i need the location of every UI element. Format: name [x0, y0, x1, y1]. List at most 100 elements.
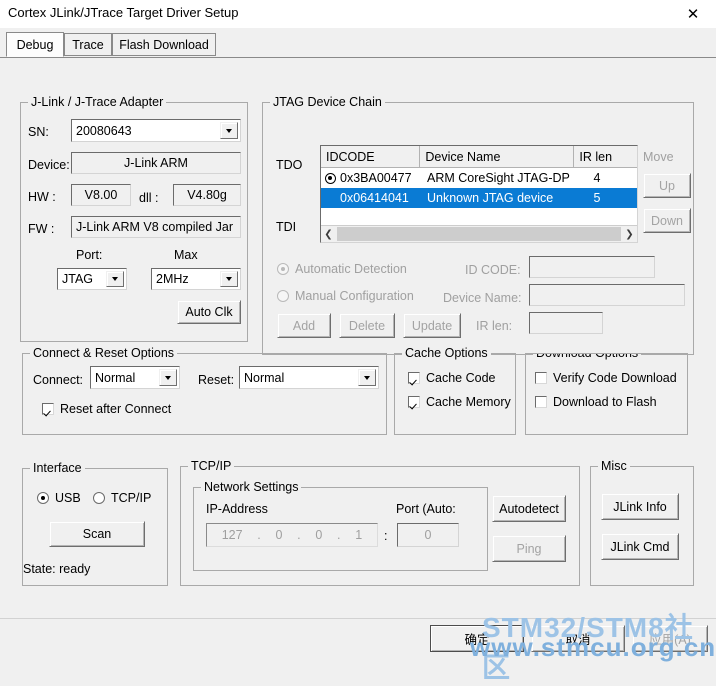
delete-label: Delete: [348, 318, 386, 333]
row-device-name: ARM CoreSight JTAG-DP: [427, 171, 570, 185]
connect-label: Connect:: [33, 373, 84, 387]
fw-label: FW :: [28, 222, 55, 236]
tab-flash-download[interactable]: Flash Download: [112, 33, 216, 56]
chevron-down-icon[interactable]: [220, 271, 238, 287]
checkbox-verify-code-download[interactable]: Verify Code Download: [535, 371, 677, 385]
chevron-down-icon[interactable]: [159, 369, 177, 386]
ok-button[interactable]: 确定: [430, 625, 524, 652]
horizontal-scrollbar[interactable]: ❮ ❯: [321, 225, 637, 242]
cancel-button[interactable]: 取消: [531, 625, 625, 652]
device-field: J-Link ARM: [71, 152, 241, 174]
connect-value: Normal: [95, 370, 136, 385]
radio-indicator-icon: [277, 290, 289, 302]
fw-field: J-Link ARM V8 compiled Jar: [71, 216, 241, 238]
group-connect-reset-caption: Connect & Reset Options: [30, 346, 178, 360]
add-label: Add: [292, 318, 316, 333]
column-header-device-name[interactable]: Device Name: [420, 146, 575, 167]
jlink-info-button[interactable]: JLink Info: [601, 493, 679, 520]
target-selected-icon[interactable]: [325, 172, 336, 184]
connect-combo[interactable]: Normal: [90, 366, 180, 389]
port-colon-label: :: [384, 529, 388, 543]
tab-debug-label: Debug: [16, 37, 54, 52]
tab-debug[interactable]: Debug: [6, 32, 64, 57]
scroll-right-icon[interactable]: ❯: [622, 226, 637, 242]
checkbox-reset-after-connect[interactable]: Reset after Connect: [42, 402, 171, 416]
ip-dot-1: .: [257, 528, 261, 542]
tdi-label: TDI: [276, 220, 297, 234]
ok-label: 确定: [464, 633, 490, 647]
move-up-button[interactable]: Up: [643, 173, 691, 198]
id-code-input[interactable]: [529, 256, 655, 278]
reset-value: Normal: [244, 370, 285, 385]
checkbox-cache-code[interactable]: Cache Code: [408, 371, 496, 385]
row-ir-len: 5: [593, 191, 601, 205]
ip-octet-2: 0: [275, 528, 283, 542]
radio-usb-label: USB: [55, 491, 81, 505]
max-clock-combo[interactable]: 2MHz: [151, 268, 241, 290]
auto-clk-button[interactable]: Auto Clk: [177, 300, 241, 324]
checkbox-indicator-icon: [42, 403, 54, 415]
device-name-label: Device Name:: [443, 291, 522, 305]
group-connect-reset-options: Connect & Reset Options Connect: Normal …: [22, 346, 387, 435]
radio-manual-configuration[interactable]: Manual Configuration: [277, 289, 414, 303]
scan-label: Scan: [82, 527, 112, 541]
state-label: State: ready: [23, 562, 91, 576]
dll-label: dll :: [139, 191, 159, 205]
autodetect-button[interactable]: Autodetect: [492, 495, 566, 522]
apply-button[interactable]: 应用(A): [632, 625, 708, 652]
radio-automatic-detection-label: Automatic Detection: [295, 262, 407, 276]
checkbox-cache-memory[interactable]: Cache Memory: [408, 395, 511, 409]
sn-value: 20080643: [76, 123, 132, 138]
move-up-label: Up: [659, 178, 675, 193]
add-button[interactable]: Add: [277, 313, 331, 338]
close-icon[interactable]: ✕: [670, 0, 716, 28]
ir-len-input[interactable]: [529, 312, 603, 334]
checkbox-download-to-flash[interactable]: Download to Flash: [535, 395, 657, 409]
radio-manual-configuration-label: Manual Configuration: [295, 289, 414, 303]
move-down-label: Down: [651, 213, 683, 228]
delete-button[interactable]: Delete: [339, 313, 395, 338]
scrollbar-thumb[interactable]: [337, 227, 621, 241]
table-row[interactable]: 0x3BA00477 ARM CoreSight JTAG-DP 4: [321, 168, 637, 188]
column-header-idcode[interactable]: IDCODE: [321, 146, 421, 167]
auto-clk-label: Auto Clk: [185, 305, 233, 319]
column-header-ir-len[interactable]: IR len: [574, 146, 637, 167]
ip-dot-3: .: [337, 528, 341, 542]
radio-tcpip[interactable]: TCP/IP: [93, 491, 151, 505]
radio-automatic-detection[interactable]: Automatic Detection: [277, 262, 407, 276]
update-button[interactable]: Update: [403, 313, 461, 338]
port-value: 0: [424, 528, 432, 542]
ip-address-label: IP-Address: [206, 502, 268, 516]
chevron-down-icon[interactable]: [106, 271, 124, 287]
hw-field: V8.00: [71, 184, 131, 206]
port-label: Port:: [76, 248, 103, 262]
reset-combo[interactable]: Normal: [239, 366, 379, 389]
tab-trace[interactable]: Trace: [64, 33, 112, 56]
chevron-down-icon[interactable]: [358, 369, 376, 386]
ip-octet-1: 127: [221, 528, 243, 542]
device-label: Device:: [28, 158, 70, 172]
port-combo[interactable]: JTAG: [57, 268, 127, 290]
scan-button[interactable]: Scan: [49, 521, 145, 547]
tab-trace-label: Trace: [72, 37, 104, 52]
sn-combo[interactable]: 20080643: [71, 119, 241, 142]
group-misc-caption: Misc: [598, 459, 630, 473]
chevron-down-icon[interactable]: [220, 122, 238, 139]
jlink-cmd-button[interactable]: JLink Cmd: [601, 533, 679, 560]
reset-label: Reset:: [198, 373, 235, 387]
ping-button[interactable]: Ping: [492, 535, 566, 562]
table-row[interactable]: 0x06414041 Unknown JTAG device 5: [321, 188, 637, 208]
move-down-button[interactable]: Down: [643, 208, 691, 233]
scroll-left-icon[interactable]: ❮: [321, 226, 336, 242]
radio-indicator-icon: [277, 263, 289, 275]
radio-usb[interactable]: USB: [37, 491, 81, 505]
ip-octet-3: 0: [315, 528, 323, 542]
device-name-input[interactable]: [529, 284, 685, 306]
reset-after-connect-label: Reset after Connect: [60, 402, 172, 416]
ip-address-input[interactable]: 127 . 0 . 0 . 1: [206, 523, 378, 547]
jtag-device-list[interactable]: IDCODE Device Name IR len 0x3BA00477 ARM…: [320, 145, 638, 243]
apply-label: 应用(A): [649, 633, 691, 647]
footer-separator: [0, 618, 716, 619]
port-input[interactable]: 0: [397, 523, 459, 547]
tab-flash-download-label: Flash Download: [119, 37, 209, 52]
